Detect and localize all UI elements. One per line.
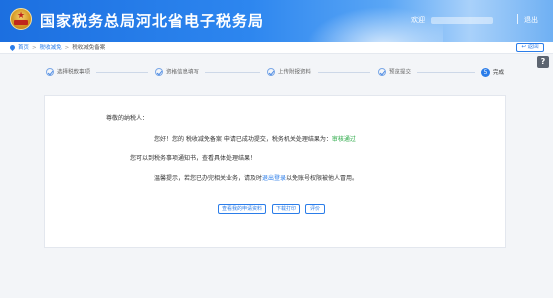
step-connector [417,72,475,73]
check-icon [378,68,386,76]
result-message-prefix: 您好！您的 税收减免备案 申请已成功提交，税务机关处理结果为： [154,136,332,143]
step-3: 上传附报资料 [267,68,311,77]
breadcrumb-home[interactable]: 首页 [18,45,29,51]
masked-username [431,16,493,24]
step-connector [318,72,370,73]
top-header: ★ 国家税务总局河北省电子税务局 欢迎 退出 [0,0,553,42]
breadcrumb: 首页 > 税收减免 > 税收减免备案 [8,43,106,53]
welcome-user: 欢迎 [411,15,493,25]
breadcrumb-separator: > [32,45,37,51]
welcome-label: 欢迎 [411,16,425,24]
breadcrumb-separator: > [64,45,70,51]
site-title: 国家税务总局河北省电子税务局 [40,12,265,30]
download-print-button[interactable]: 下载打印 [272,204,300,214]
tip-prefix: 温馨提示，若您已办完相关业务，请及时 [154,175,263,182]
step-label: 完成 [493,70,505,76]
step-label: 预览提交 [389,69,412,76]
tip-text: 温馨提示，若您已办完相关业务，请及时退出登录以免账号权限被他人冒用。 [154,175,358,183]
back-button[interactable]: ↩ 返回 [516,43,544,52]
check-icon [155,68,163,76]
progress-steps: 选择税款事项 资格信息填写 上传附报资料 预览提交 5 完成 [0,62,520,82]
breadcrumb-current: 税收减免备案 [72,45,106,51]
notice-text: 您可以到税务事项通知书，查看具体处理结果！ [130,155,257,162]
step-connector [205,72,260,73]
view-application-button[interactable]: 查看我的申请资料 [218,204,266,214]
step-2: 资格信息填写 [155,68,199,77]
step-5: 5 完成 [481,68,504,77]
step-label: 上传附报资料 [278,69,312,76]
tip-logout-link[interactable]: 退出登录 [262,175,286,182]
step-4: 预览提交 [378,68,411,77]
back-arrow-icon: ↩ [521,44,526,50]
breadcrumb-level1[interactable]: 税收减免 [40,45,62,51]
step-label: 资格信息填写 [166,69,200,76]
back-button-label: 返回 [527,44,539,50]
tip-suffix: 以免账号权限被他人冒用。 [286,175,359,182]
step-number: 5 [481,68,490,77]
result-status: 审核通过 [331,136,356,143]
header-divider [517,14,518,24]
result-message: 您好！您的 税收减免备案 申请已成功提交，税务机关处理结果为：审核通过 [154,136,356,144]
step-1: 选择税款事项 [46,68,90,77]
rate-button[interactable]: 评价 [305,204,325,214]
step-connector [96,72,148,73]
check-icon [46,68,54,76]
check-icon [267,68,275,76]
logout-link[interactable]: 退出 [524,15,538,25]
help-icon[interactable]: ? [537,56,549,68]
step-label: 选择税款事项 [57,69,91,76]
greeting-text: 尊敬的纳税人： [106,115,149,122]
tax-emblem-icon: ★ [10,8,32,30]
location-pin-icon [8,43,17,52]
